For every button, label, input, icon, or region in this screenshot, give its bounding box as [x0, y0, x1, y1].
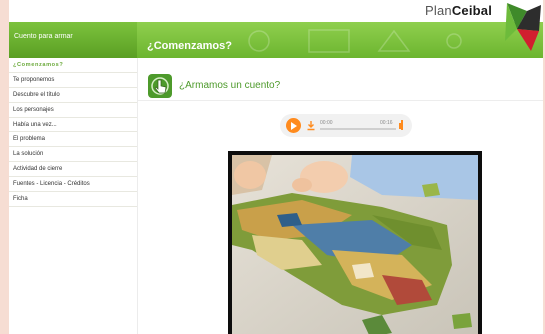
section-title: ¿Comenzamos? — [147, 40, 232, 52]
app-frame: PlanCeibal Cuento para armar ¿Comenzamos… — [9, 0, 543, 334]
plan-ceibal-brand: PlanCeibal — [425, 3, 492, 18]
plan-ceibal-logo-icon — [505, 3, 541, 51]
brand-plan-text: Plan — [425, 3, 452, 18]
current-time: 00:00 — [320, 120, 333, 126]
activity-icon — [148, 74, 172, 98]
sidebar-item[interactable]: Los personajes — [9, 103, 137, 118]
top-band: PlanCeibal — [9, 0, 543, 22]
sidebar-item[interactable]: Descubre el título — [9, 88, 137, 103]
module-title-box: Cuento para armar — [9, 22, 137, 58]
header-bar: Cuento para armar ¿Comenzamos? — [9, 22, 543, 58]
sidebar-item[interactable]: Ficha — [9, 192, 137, 207]
brand-ceibal-text: Ceibal — [451, 3, 493, 18]
sidebar-item[interactable]: Actividad de cierre — [9, 162, 137, 178]
content-divider — [138, 100, 543, 101]
puzzle-photo-image — [232, 155, 478, 334]
volume-icon[interactable] — [399, 120, 403, 130]
sidebar-nav: ¿Comenzamos? Te proponemos Descubre el tít… — [9, 58, 138, 334]
audio-player: 00:00 00:16 — [280, 114, 412, 137]
module-title: Cuento para armar — [14, 33, 73, 40]
sidebar-item[interactable]: ¿Comenzamos? — [9, 58, 137, 73]
sidebar-item[interactable]: La solución — [9, 147, 137, 163]
sidebar-item[interactable]: El problema — [9, 132, 137, 148]
header-decoration — [248, 29, 462, 53]
main-content: ¿Armamos un cuento? 00:00 00:16 — [138, 58, 543, 334]
play-icon[interactable] — [286, 118, 301, 133]
total-time: 00:16 — [380, 120, 393, 126]
download-icon[interactable] — [306, 120, 316, 131]
sidebar-item[interactable]: Fuentes - Licencia - Créditos — [9, 177, 137, 193]
activity-title: ¿Armamos un cuento? — [179, 80, 281, 91]
puzzle-photo — [228, 151, 482, 334]
sidebar-item[interactable]: Había una vez... — [9, 118, 137, 133]
hand-pointer-icon — [151, 77, 169, 95]
progress-track[interactable] — [320, 128, 396, 130]
sidebar-item[interactable]: Te proponemos — [9, 73, 137, 88]
